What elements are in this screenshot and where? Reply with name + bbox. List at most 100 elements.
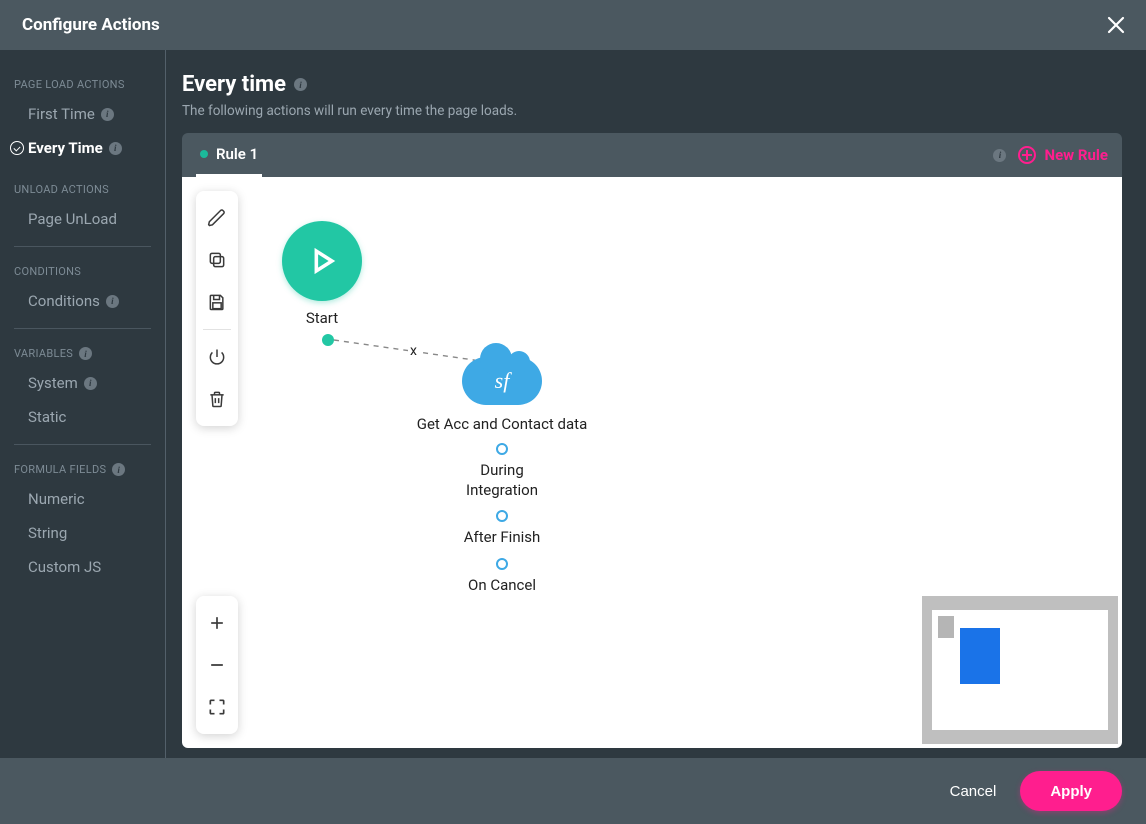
port-label: During Integration [412, 461, 592, 500]
main-subtitle: The following actions will run every tim… [182, 103, 1122, 119]
action-node[interactable]: sf Get Acc and Contact data During Integ… [412, 357, 592, 595]
sidebar-item-static[interactable]: Static [10, 400, 155, 434]
close-button[interactable] [1104, 13, 1128, 37]
sidebar-item-label: String [28, 524, 67, 542]
dialog-body: PAGE LOAD ACTIONS First Time i Every Tim… [0, 50, 1146, 758]
sidebar-item-label: First Time [28, 105, 95, 123]
sidebar-item-string[interactable]: String [10, 516, 155, 550]
sidebar-section-label: UNLOAD ACTIONS [14, 183, 109, 196]
sidebar-section-title: VARIABLES i [10, 339, 155, 366]
zoom-in-icon [207, 613, 227, 633]
info-icon[interactable]: i [294, 78, 307, 91]
new-rule-label: New Rule [1044, 146, 1108, 164]
start-node[interactable]: Start [282, 221, 362, 327]
zoom-out-button[interactable] [196, 644, 238, 686]
close-icon [1107, 16, 1125, 34]
sidebar-item-label: System [28, 374, 78, 392]
cloud-label: sf [495, 368, 510, 394]
copy-button[interactable] [196, 239, 238, 281]
tab-status-dot [200, 150, 208, 158]
rule-canvas[interactable]: Start x sf Get Acc and Contact data [182, 177, 1122, 748]
zoom-in-button[interactable] [196, 602, 238, 644]
delete-button[interactable] [196, 378, 238, 420]
rules-tabbar: Rule 1 i New Rule [182, 133, 1122, 177]
port-dot [496, 510, 508, 522]
plus-circle-icon [1018, 146, 1036, 164]
sidebar-section-label: FORMULA FIELDS [14, 463, 106, 476]
salesforce-cloud-icon: sf [462, 357, 542, 405]
sidebar-section-title: FORMULA FIELDS i [10, 455, 155, 482]
main-title: Every time i [182, 72, 1122, 97]
sidebar-section-title: UNLOAD ACTIONS [10, 175, 155, 202]
port-dot [496, 443, 508, 455]
minimap-action-node [960, 628, 1000, 684]
start-output-port[interactable] [322, 334, 334, 346]
zoom-out-icon [207, 655, 227, 675]
minimap-start-node [938, 616, 954, 638]
toolbar-separator [203, 329, 231, 330]
dialog-title: Configure Actions [22, 15, 1104, 35]
port-dot [496, 558, 508, 570]
sidebar: PAGE LOAD ACTIONS First Time i Every Tim… [0, 50, 166, 758]
new-rule-button[interactable]: New Rule [1018, 146, 1108, 164]
info-icon[interactable]: i [109, 142, 122, 155]
cancel-button[interactable]: Cancel [950, 783, 997, 800]
info-icon[interactable]: i [84, 377, 97, 390]
fit-button[interactable] [196, 686, 238, 728]
sidebar-item-label: Numeric [28, 490, 85, 508]
sidebar-section-label: VARIABLES [14, 347, 73, 360]
info-icon[interactable]: i [106, 295, 119, 308]
sidebar-section-label: CONDITIONS [14, 265, 81, 278]
sidebar-item-every-time[interactable]: Every Time i [10, 131, 155, 165]
sidebar-divider [14, 444, 151, 445]
edit-icon [207, 208, 227, 228]
sidebar-section-title: CONDITIONS [10, 257, 155, 284]
canvas-toolbar-edit [196, 191, 238, 426]
tab-label: Rule 1 [216, 145, 258, 163]
action-port-on-cancel[interactable]: On Cancel [412, 558, 592, 596]
sidebar-item-conditions[interactable]: Conditions i [10, 284, 155, 318]
action-node-label: Get Acc and Contact data [412, 415, 592, 433]
minimap[interactable] [922, 596, 1118, 744]
play-icon [305, 244, 339, 278]
sidebar-item-numeric[interactable]: Numeric [10, 482, 155, 516]
main-header: Every time i The following actions will … [182, 70, 1122, 133]
canvas-toolbar-zoom [196, 596, 238, 734]
fit-icon [207, 697, 227, 717]
action-port-after-finish[interactable]: After Finish [412, 510, 592, 548]
main-title-text: Every time [182, 72, 286, 97]
dialog-footer: Cancel Apply [0, 758, 1146, 824]
trash-icon [207, 389, 227, 409]
port-label: After Finish [412, 528, 592, 548]
sidebar-item-label: Every Time [28, 139, 103, 157]
dialog-titlebar: Configure Actions [0, 0, 1146, 50]
sidebar-item-page-unload[interactable]: Page UnLoad [10, 202, 155, 236]
info-icon[interactable]: i [993, 149, 1006, 162]
configure-actions-dialog: Configure Actions PAGE LOAD ACTIONS Firs… [0, 0, 1146, 824]
power-button[interactable] [196, 336, 238, 378]
info-icon[interactable]: i [79, 347, 92, 360]
action-port-during[interactable]: During Integration [412, 443, 592, 500]
info-icon[interactable]: i [101, 108, 114, 121]
sidebar-item-custom-js[interactable]: Custom JS [10, 550, 155, 584]
tab-rule-1[interactable]: Rule 1 [196, 133, 262, 177]
info-icon[interactable]: i [112, 463, 125, 476]
sidebar-item-first-time[interactable]: First Time i [10, 97, 155, 131]
save-icon [207, 292, 227, 312]
sidebar-section-label: PAGE LOAD ACTIONS [14, 78, 125, 91]
minimap-viewport [932, 610, 1108, 730]
start-node-label: Start [282, 309, 362, 327]
sidebar-divider [14, 328, 151, 329]
start-node-circle [282, 221, 362, 301]
edit-button[interactable] [196, 197, 238, 239]
apply-button[interactable]: Apply [1020, 771, 1122, 811]
sidebar-item-system[interactable]: System i [10, 366, 155, 400]
sidebar-section-title: PAGE LOAD ACTIONS [10, 70, 155, 97]
sidebar-item-label: Page UnLoad [28, 210, 117, 228]
sidebar-item-label: Conditions [28, 292, 100, 310]
sidebar-item-label: Static [28, 408, 66, 426]
main-panel: Every time i The following actions will … [166, 50, 1146, 758]
save-button[interactable] [196, 281, 238, 323]
port-label: On Cancel [412, 576, 592, 596]
power-icon [207, 347, 227, 367]
